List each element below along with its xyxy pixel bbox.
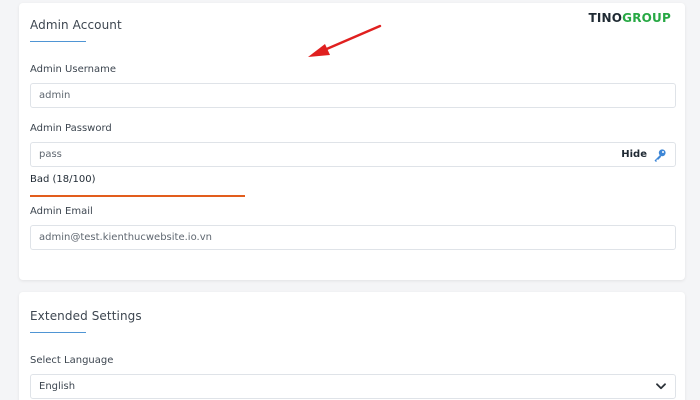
language-select[interactable]: English <box>30 374 676 399</box>
admin-username-value: admin <box>39 90 71 101</box>
logo-text-tino: TINO <box>588 11 623 25</box>
admin-username-input[interactable]: admin <box>30 83 676 108</box>
admin-password-value: pass <box>39 149 62 160</box>
admin-password-input[interactable]: pass Hide <box>30 142 676 167</box>
admin-account-title: Admin Account <box>30 18 122 32</box>
admin-password-label: Admin Password <box>30 123 112 134</box>
admin-email-value: admin@test.kienthucwebsite.io.vn <box>39 232 212 243</box>
admin-email-label: Admin Email <box>30 206 93 217</box>
extended-settings-title-underline <box>30 332 86 333</box>
admin-account-title-underline <box>30 41 86 42</box>
admin-username-label: Admin Username <box>30 64 117 75</box>
red-arrow-icon <box>308 24 382 57</box>
logo-text-group: GROUP <box>622 11 671 25</box>
extended-settings-title: Extended Settings <box>30 309 142 323</box>
select-language-label: Select Language <box>30 355 114 366</box>
key-icon[interactable] <box>653 148 667 162</box>
password-visibility-toggle[interactable]: Hide <box>621 148 667 162</box>
chevron-down-icon[interactable] <box>656 383 666 390</box>
password-strength-text: Bad (18/100) <box>30 174 96 185</box>
password-strength-bar <box>30 195 245 197</box>
extended-settings-card: Extended Settings Select Language Englis… <box>19 292 685 400</box>
tinogroup-logo: TINOGROUP <box>588 11 671 25</box>
hide-password-button[interactable]: Hide <box>621 149 647 160</box>
language-selected-value: English <box>39 381 76 392</box>
admin-email-input[interactable]: admin@test.kienthucwebsite.io.vn <box>30 225 676 250</box>
